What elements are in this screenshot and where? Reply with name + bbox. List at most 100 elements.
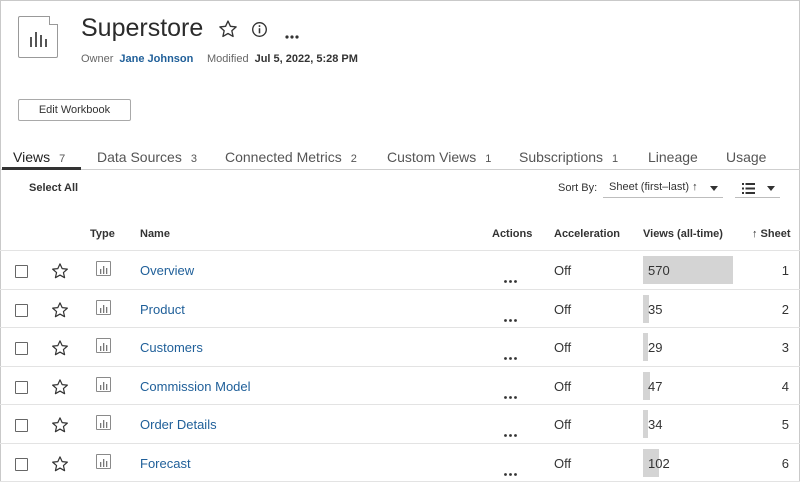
viz-type-icon	[96, 261, 111, 276]
tab-views[interactable]: Views 7	[13, 149, 65, 165]
row-checkbox[interactable]	[15, 342, 28, 355]
view-name-link[interactable]: Customers	[140, 340, 203, 355]
favorite-star-icon[interactable]	[51, 339, 69, 362]
acceleration-status: Off	[554, 455, 572, 471]
view-name-link[interactable]: Product	[140, 302, 185, 317]
favorite-star-icon[interactable]	[51, 416, 69, 439]
owner-label: Owner	[81, 53, 114, 65]
column-header-name[interactable]: Name	[140, 228, 170, 240]
views-bar-cell: 35	[643, 294, 733, 323]
sheet-number: 4	[781, 378, 789, 394]
view-name-link[interactable]: Commission Model	[140, 379, 251, 394]
more-actions-icon[interactable]	[504, 270, 517, 288]
tab-bar: Views 7 Data Sources 3 Connected Metrics 2 …	[0, 145, 800, 170]
viz-type-icon	[96, 338, 111, 353]
sheet-number: 3	[781, 340, 789, 355]
row-checkbox[interactable]	[15, 265, 28, 278]
more-actions-icon[interactable]	[504, 309, 517, 327]
acceleration-status: Off	[554, 340, 572, 355]
table-row[interactable]: Forecast Off 102 6	[0, 444, 800, 482]
more-actions-icon[interactable]	[504, 347, 517, 365]
sheet-number: 5	[781, 417, 789, 432]
more-actions-icon[interactable]	[285, 26, 299, 44]
row-checkbox[interactable]	[15, 303, 28, 317]
tab-label: Views	[13, 149, 51, 165]
list-view-icon	[742, 183, 755, 194]
views-bar-cell: 47	[643, 371, 733, 400]
owner-link[interactable]: Jane Johnson	[119, 53, 193, 65]
table-row[interactable]: Commission Model Off 47 4	[0, 367, 800, 405]
tab-count: 3	[190, 153, 197, 165]
column-header-views[interactable]: Views (all-time)	[643, 228, 723, 240]
viz-type-icon	[96, 299, 111, 315]
tab-label: Connected Metrics	[225, 149, 342, 165]
view-name-link[interactable]: Order Details	[140, 417, 217, 432]
sort-by-dropdown[interactable]: Sheet (first–last) ↑	[603, 178, 723, 198]
chevron-down-icon	[710, 186, 718, 191]
tab-connected-metrics[interactable]: Connected Metrics 2	[225, 149, 357, 165]
views-bar-cell: 34	[643, 410, 733, 438]
tab-data-sources[interactable]: Data Sources 3	[97, 149, 197, 165]
acceleration-status: Off	[554, 301, 572, 317]
acceleration-status: Off	[554, 263, 572, 278]
table-row[interactable]: Customers Off 29 3	[0, 328, 800, 367]
tab-usage[interactable]: Usage	[726, 149, 766, 165]
views-count: 570	[648, 263, 670, 278]
views-count: 35	[648, 301, 663, 317]
modified-meta: Modified Jul 5, 2022, 5:28 PM	[207, 53, 358, 65]
tab-label: Data Sources	[97, 149, 182, 165]
more-actions-icon[interactable]	[504, 386, 517, 404]
views-count: 102	[648, 455, 670, 471]
viz-type-icon	[96, 453, 111, 469]
tab-label: Lineage	[648, 149, 698, 165]
sheet-number: 2	[781, 301, 789, 317]
row-checkbox[interactable]	[15, 380, 28, 394]
favorite-star-icon[interactable]	[51, 378, 69, 401]
select-all-button[interactable]: Select All	[29, 182, 78, 194]
row-checkbox[interactable]	[15, 419, 28, 432]
tab-custom-views[interactable]: Custom Views 1	[387, 149, 491, 165]
views-bar-cell: 29	[643, 333, 733, 361]
tab-lineage[interactable]: Lineage	[648, 149, 698, 165]
table-row[interactable]: Overview Off 570 1	[0, 251, 800, 290]
sheet-number: 1	[781, 263, 789, 278]
views-bar-cell: 102	[643, 448, 733, 477]
favorite-star-icon[interactable]	[51, 301, 69, 324]
favorite-star-icon[interactable]	[218, 19, 238, 44]
view-mode-dropdown[interactable]	[735, 178, 780, 198]
tab-label: Custom Views	[387, 149, 477, 165]
modified-label: Modified	[207, 53, 249, 65]
tab-count: 1	[485, 153, 492, 165]
edit-workbook-button[interactable]: Edit Workbook	[18, 99, 131, 121]
column-header-sheet[interactable]: ↑ Sheet	[752, 228, 791, 240]
tab-count: 1	[612, 153, 619, 165]
table-row[interactable]: Product Off 35 2	[0, 290, 800, 328]
view-name-link[interactable]: Overview	[140, 263, 194, 278]
view-name-link[interactable]: Forecast	[140, 456, 191, 471]
tab-label: Usage	[726, 149, 767, 165]
sort-by-value: Sheet (first–last) ↑	[609, 181, 698, 193]
views-count: 29	[648, 340, 663, 355]
info-icon[interactable]	[251, 21, 268, 43]
sheet-number: 6	[781, 455, 789, 471]
tab-subscriptions[interactable]: Subscriptions 1	[519, 149, 618, 165]
tab-count: 2	[350, 153, 357, 165]
viz-type-icon	[96, 415, 111, 430]
table-row[interactable]: Order Details Off 34 5	[0, 405, 800, 444]
more-actions-icon[interactable]	[504, 463, 517, 481]
acceleration-status: Off	[554, 378, 572, 394]
favorite-star-icon[interactable]	[51, 455, 69, 478]
owner-meta: Owner Jane Johnson	[81, 53, 193, 65]
chevron-down-icon	[767, 186, 775, 191]
more-actions-icon[interactable]	[504, 424, 517, 442]
sort-by-label: Sort By:	[558, 182, 598, 194]
modified-value: Jul 5, 2022, 5:28 PM	[254, 53, 358, 65]
column-header-type[interactable]: Type	[90, 228, 115, 240]
row-checkbox[interactable]	[15, 457, 28, 471]
column-header-actions: Actions	[492, 228, 533, 240]
acceleration-status: Off	[554, 417, 572, 432]
views-count: 34	[648, 417, 663, 432]
favorite-star-icon[interactable]	[51, 262, 69, 285]
column-header-acceleration[interactable]: Acceleration	[554, 228, 620, 240]
workbook-thumbnail-icon	[18, 16, 58, 58]
